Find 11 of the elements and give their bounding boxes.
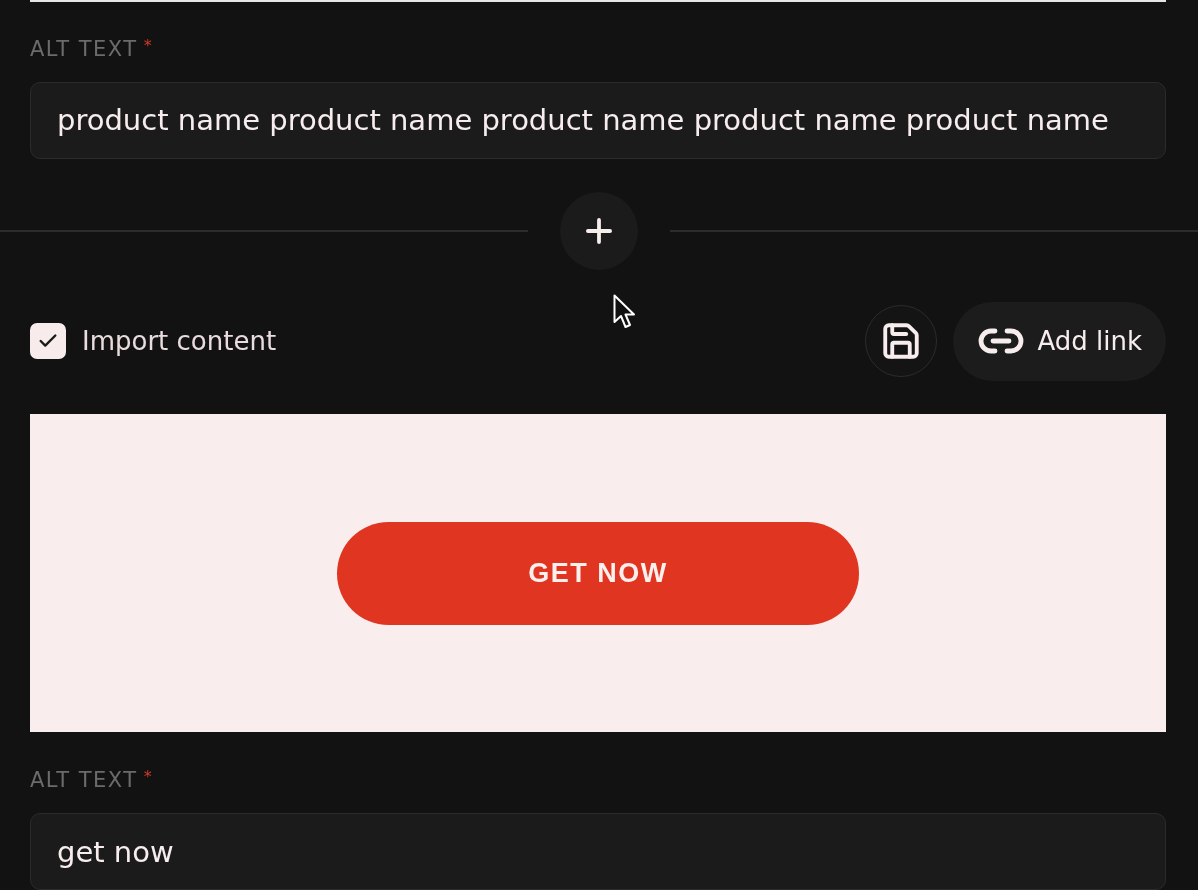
- add-link-button[interactable]: Add link: [953, 301, 1166, 381]
- required-mark: *: [143, 37, 152, 54]
- alt-text-input[interactable]: get now: [30, 813, 1166, 890]
- checkbox[interactable]: [30, 323, 66, 360]
- mouse-pointer-icon: [613, 294, 636, 330]
- get-now-button[interactable]: GET NOW: [337, 522, 859, 626]
- alt-text-input[interactable]: product name product name product name product name product name: [30, 81, 1166, 159]
- checkbox-label: Import content: [82, 326, 277, 357]
- field-label: ALT TEXT: [30, 37, 138, 60]
- field-label: ALT TEXT: [30, 769, 138, 791]
- required-mark: *: [143, 769, 152, 785]
